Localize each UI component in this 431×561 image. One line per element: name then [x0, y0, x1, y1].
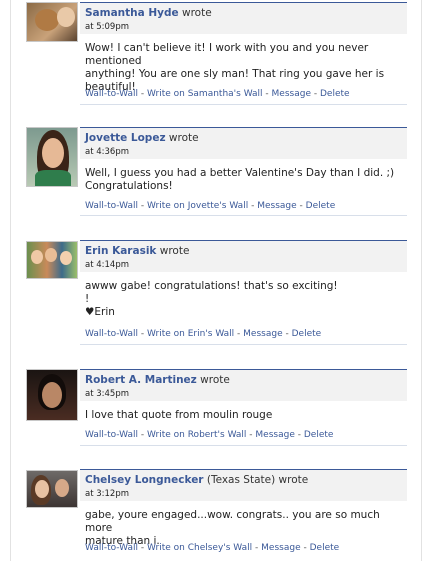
delete-link[interactable]: Delete: [320, 89, 350, 99]
message-link[interactable]: Message: [261, 543, 300, 553]
post-header: Samantha Hyde wrote at 5:09pm: [80, 2, 407, 34]
separator: -: [140, 329, 145, 339]
post-actions: Wall-to-Wall - Write on Robert's Wall - …: [85, 430, 333, 440]
page-border-left: [10, 0, 11, 561]
page-border-right: [421, 0, 422, 561]
post-divider: [80, 344, 407, 345]
write-on-wall-link[interactable]: Write on Samantha's Wall: [147, 89, 263, 99]
delete-link[interactable]: Delete: [310, 543, 340, 553]
author-name-link[interactable]: Robert A. Martinez: [85, 374, 197, 386]
post-actions: Wall-to-Wall - Write on Erin's Wall - Me…: [85, 329, 321, 339]
post-header: Jovette Lopez wrote at 4:36pm: [80, 127, 407, 159]
wall-to-wall-link[interactable]: Wall-to-Wall: [85, 329, 138, 339]
separator: -: [255, 543, 259, 553]
separator: -: [297, 430, 301, 440]
author-name-link[interactable]: Samantha Hyde: [85, 7, 179, 19]
separator: -: [140, 89, 145, 99]
post-time: at 5:09pm: [85, 22, 130, 32]
message-line: Wow! I can't believe it! I work with you…: [85, 42, 369, 67]
post-header: Erin Karasik wrote at 4:14pm: [80, 240, 407, 272]
post-header: Robert A. Martinez wrote at 3:45pm: [80, 369, 407, 401]
avatar[interactable]: [26, 2, 78, 42]
message-link[interactable]: Message: [272, 89, 311, 99]
write-on-wall-link[interactable]: Write on Erin's Wall: [147, 329, 234, 339]
separator: -: [249, 430, 253, 440]
separator: -: [140, 543, 145, 553]
separator: -: [313, 89, 318, 99]
separator: -: [251, 201, 255, 211]
message-link[interactable]: Message: [257, 201, 296, 211]
message-link[interactable]: Message: [243, 329, 282, 339]
wall-to-wall-link[interactable]: Wall-to-Wall: [85, 201, 138, 211]
post-actions: Wall-to-Wall - Write on Chelsey's Wall -…: [85, 543, 339, 553]
author-network: (Texas State): [206, 474, 276, 486]
write-on-wall-link[interactable]: Write on Chelsey's Wall: [147, 543, 252, 553]
avatar[interactable]: [26, 127, 78, 187]
wall-to-wall-link[interactable]: Wall-to-Wall: [85, 430, 138, 440]
delete-link[interactable]: Delete: [304, 430, 334, 440]
author-name-link[interactable]: Erin Karasik: [85, 245, 156, 257]
message-line: gabe, youre engaged...wow. congrats.. yo…: [85, 509, 380, 534]
wall-post: Chelsey Longnecker (Texas State) wrote a…: [22, 469, 408, 561]
wall-post: Robert A. Martinez wrote at 3:45pm I lov…: [22, 369, 408, 449]
delete-link[interactable]: Delete: [292, 329, 322, 339]
wall-post: Jovette Lopez wrote at 4:36pm Well, I gu…: [22, 127, 408, 219]
wrote-label: wrote: [200, 374, 230, 386]
wrote-label: wrote: [168, 132, 199, 144]
post-actions: Wall-to-Wall - Write on Jovette's Wall -…: [85, 201, 335, 211]
message-line: Well, I guess you had a better Valentine…: [85, 167, 395, 179]
message-line: awww gabe! congratulations! that's so ex…: [85, 280, 338, 292]
wall-to-wall-link[interactable]: Wall-to-Wall: [85, 543, 138, 553]
wrote-label: wrote: [278, 474, 309, 486]
separator: -: [303, 543, 307, 553]
post-time: at 4:36pm: [85, 147, 130, 157]
wall-post: Samantha Hyde wrote at 5:09pm Wow! I can…: [22, 2, 408, 110]
post-divider: [80, 445, 407, 446]
post-divider: [80, 104, 407, 105]
separator: -: [237, 329, 241, 339]
message-line: !: [85, 293, 90, 305]
separator: -: [299, 201, 303, 211]
avatar[interactable]: [26, 241, 78, 279]
post-time: at 4:14pm: [85, 260, 130, 270]
write-on-wall-link[interactable]: Write on Jovette's Wall: [147, 201, 248, 211]
message-line: anything! You are one sly man! That ring…: [85, 68, 385, 80]
post-header: Chelsey Longnecker (Texas State) wrote a…: [80, 469, 407, 501]
message-link[interactable]: Message: [255, 430, 294, 440]
wrote-label: wrote: [159, 245, 190, 257]
post-message: awww gabe! congratulations! that's so ex…: [80, 272, 407, 319]
post-message: Wow! I can't believe it! I work with you…: [80, 34, 407, 94]
separator: -: [140, 430, 145, 440]
post-time: at 3:12pm: [85, 489, 130, 499]
post-message: I love that quote from moulin rouge: [80, 401, 407, 422]
post-divider: [80, 215, 407, 216]
author-name-link[interactable]: Jovette Lopez: [85, 132, 166, 144]
separator: -: [265, 89, 269, 99]
post-message: Well, I guess you had a better Valentine…: [80, 159, 407, 193]
message-line: Congratulations!: [85, 180, 173, 192]
separator: -: [140, 201, 145, 211]
avatar[interactable]: [26, 369, 78, 421]
author-name-link[interactable]: Chelsey Longnecker: [85, 474, 204, 486]
wrote-label: wrote: [182, 7, 212, 19]
separator: -: [285, 329, 289, 339]
message-line: ♥Erin: [85, 306, 115, 318]
avatar[interactable]: [26, 470, 78, 508]
wall-to-wall-link[interactable]: Wall-to-Wall: [85, 89, 138, 99]
post-message: gabe, youre engaged...wow. congrats.. yo…: [80, 501, 407, 548]
write-on-wall-link[interactable]: Write on Robert's Wall: [147, 430, 246, 440]
post-actions: Wall-to-Wall - Write on Samantha's Wall …: [85, 89, 350, 99]
message-line: I love that quote from moulin rouge: [85, 409, 273, 421]
delete-link[interactable]: Delete: [306, 201, 336, 211]
wall-post: Erin Karasik wrote at 4:14pm awww gabe! …: [22, 240, 408, 348]
post-time: at 3:45pm: [85, 389, 130, 399]
